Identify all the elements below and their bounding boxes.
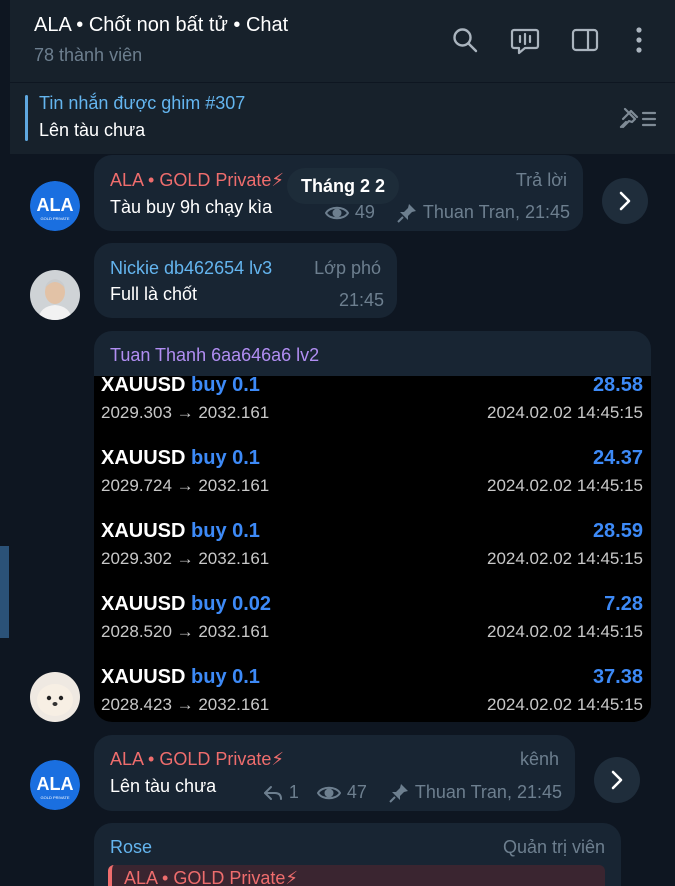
lightning-emoji: ⚡ bbox=[271, 170, 285, 190]
trade-profit: 28.58 bbox=[592, 376, 643, 396]
reply-quote[interactable]: ALA • GOLD Private⚡ bbox=[108, 865, 605, 886]
avatar-tuan-thanh[interactable] bbox=[30, 672, 80, 722]
trades-screenshot[interactable]: XAUUSD buy 0.1 28.58 2029.303 → 2032.161… bbox=[94, 376, 651, 722]
trade-direction: buy 0.1 bbox=[191, 520, 260, 542]
pinned-list-icon[interactable] bbox=[617, 105, 659, 133]
pin-author-icon bbox=[389, 783, 409, 803]
trade-row: XAUUSD buy 0.1 28.59 2029.302 → 2032.161… bbox=[94, 512, 651, 585]
forward-button[interactable] bbox=[602, 178, 648, 224]
message-time: 21:45 bbox=[339, 290, 384, 311]
message-bubble[interactable]: Nickie db462654 lv3 Lớp phó Full là chốt… bbox=[94, 243, 397, 318]
author-time: Thuan Tran, 21:45 bbox=[414, 782, 562, 802]
chat-title[interactable]: ALA • Chốt non bất tử • Chat bbox=[34, 14, 288, 37]
trade-symbol: XAUUSD buy 0.1 bbox=[101, 447, 260, 470]
sender-name[interactable]: ALA • GOLD Private⚡ bbox=[110, 749, 284, 770]
trade-prices: 2029.302 → 2032.161 bbox=[101, 549, 270, 568]
pinned-message-bar[interactable]: Tin nhắn được ghim #307 Lên tàu chưa bbox=[10, 82, 675, 154]
message-meta: 49 Thuan Tran, 21:45 bbox=[324, 202, 570, 223]
member-role-tag: Lớp phó bbox=[314, 258, 381, 278]
trade-prices: 2029.303 → 2032.161 bbox=[101, 403, 270, 422]
lightning-emoji: ⚡ bbox=[285, 868, 299, 886]
search-icon[interactable] bbox=[450, 25, 480, 55]
admin-role-tag: Quản trị viên bbox=[502, 837, 605, 857]
lightning-emoji: ⚡ bbox=[271, 749, 285, 769]
channel-tag: kênh bbox=[519, 749, 559, 769]
pin-author-icon bbox=[397, 203, 417, 223]
trade-direction: buy 0.1 bbox=[191, 666, 260, 688]
trade-datetime: 2024.02.02 14:45:15 bbox=[487, 622, 643, 641]
reply-icon bbox=[263, 784, 283, 802]
trade-profit: 28.59 bbox=[592, 520, 643, 542]
time-text: 21:45 bbox=[338, 290, 384, 310]
sender-name[interactable]: Rose bbox=[110, 837, 152, 858]
reply-link[interactable]: Trả lời bbox=[516, 170, 567, 191]
member-count: 78 thành viên bbox=[34, 45, 143, 65]
ala-logo-text: ALA bbox=[37, 195, 74, 215]
sidebar-toggle-icon[interactable] bbox=[570, 25, 600, 55]
quote-sender: ALA • GOLD Private⚡ bbox=[124, 868, 298, 886]
trade-profit: 7.28 bbox=[604, 593, 643, 615]
message-text: Tàu buy 9h chạy kìa bbox=[110, 197, 273, 217]
message-meta: 1 47 Thuan Tran, 21:45 bbox=[263, 782, 562, 803]
ala-logo-subtext: GOLD PRIVATE bbox=[41, 216, 70, 221]
trade-symbol-text: XAUUSD bbox=[101, 376, 186, 396]
author-time: Thuan Tran, 21:45 bbox=[422, 202, 570, 222]
trade-symbol-text: XAUUSD bbox=[101, 593, 186, 615]
sender-name[interactable]: ALA • GOLD Private⚡ bbox=[110, 170, 284, 191]
forward-button[interactable] bbox=[594, 757, 640, 803]
views-count: 49 bbox=[354, 202, 375, 222]
trade-symbol-text: XAUUSD bbox=[101, 666, 186, 688]
trade-prices: 2029.724 → 2032.161 bbox=[101, 476, 270, 495]
trade-direction: buy 0.1 bbox=[191, 447, 260, 469]
sender-name-text: ALA • GOLD Private bbox=[110, 749, 272, 769]
message-bubble[interactable]: ALA • GOLD Private⚡ kênh Lên tàu chưa 1 … bbox=[94, 735, 575, 811]
trade-datetime: 2024.02.02 14:45:15 bbox=[487, 403, 643, 422]
trade-symbol-text: XAUUSD bbox=[101, 520, 186, 542]
chevron-right-icon bbox=[619, 191, 631, 211]
trade-symbol-text: XAUUSD bbox=[101, 447, 186, 469]
chevron-right-icon bbox=[611, 770, 623, 790]
sender-name-text: ALA • GOLD Private bbox=[110, 170, 272, 190]
trade-row: XAUUSD buy 0.02 7.28 2028.520 → 2032.161… bbox=[94, 585, 651, 658]
scroll-indicator bbox=[0, 546, 9, 638]
video-chat-icon[interactable] bbox=[510, 25, 540, 55]
replies-count: 1 bbox=[288, 782, 299, 802]
trade-row: XAUUSD buy 0.1 37.38 2028.423 → 2032.161… bbox=[94, 658, 651, 722]
trade-row: XAUUSD buy 0.1 28.58 2029.303 → 2032.161… bbox=[94, 376, 651, 439]
ala-logo-subtext: GOLD PRIVATE bbox=[41, 795, 70, 800]
avatar-ala-gold-private[interactable]: ALA GOLD PRIVATE bbox=[30, 760, 80, 810]
date-separator: Tháng 2 2 bbox=[287, 168, 400, 204]
avatar-ala-gold-private[interactable]: ALA GOLD PRIVATE bbox=[30, 181, 80, 231]
ala-logo-text: ALA bbox=[37, 774, 74, 794]
views-count: 47 bbox=[346, 782, 367, 802]
chat-header[interactable]: ALA • Chốt non bất tử • Chat 78 thành vi… bbox=[10, 0, 675, 82]
trade-symbol: XAUUSD buy 0.02 bbox=[101, 593, 271, 616]
trade-prices: 2028.423 → 2032.161 bbox=[101, 695, 270, 714]
trade-prices: 2028.520 → 2032.161 bbox=[101, 622, 270, 641]
trade-datetime: 2024.02.02 14:45:15 bbox=[487, 549, 643, 568]
pinned-text: Lên tàu chưa bbox=[39, 120, 146, 140]
trade-profit: 24.37 bbox=[592, 447, 643, 469]
avatar-nickie[interactable] bbox=[30, 270, 80, 320]
message-bubble[interactable]: Rose Quản trị viên ALA • GOLD Private⚡ bbox=[94, 823, 621, 886]
message-text: Full là chốt bbox=[110, 284, 198, 304]
trade-profit: 37.38 bbox=[592, 666, 643, 688]
trade-direction: buy 0.1 bbox=[191, 376, 260, 396]
trade-symbol: XAUUSD buy 0.1 bbox=[101, 666, 260, 689]
trade-direction: buy 0.02 bbox=[191, 593, 272, 615]
trade-symbol: XAUUSD buy 0.1 bbox=[101, 376, 260, 397]
quote-sender-text: ALA • GOLD Private bbox=[124, 868, 286, 886]
trade-symbol: XAUUSD buy 0.1 bbox=[101, 520, 260, 543]
trade-datetime: 2024.02.02 14:45:15 bbox=[487, 695, 643, 714]
more-menu-icon[interactable] bbox=[624, 25, 654, 55]
message-text: Lên tàu chưa bbox=[110, 776, 217, 796]
views-icon bbox=[316, 784, 341, 802]
views-icon bbox=[324, 204, 349, 222]
pinned-title: Tin nhắn được ghim #307 bbox=[39, 93, 246, 113]
trade-row: XAUUSD buy 0.1 24.37 2029.724 → 2032.161… bbox=[94, 439, 651, 512]
sender-name[interactable]: Tuan Thanh 6aa646a6 lv2 bbox=[110, 345, 319, 366]
pinned-indicator bbox=[25, 95, 28, 141]
sender-name[interactable]: Nickie db462654 lv3 bbox=[110, 258, 272, 279]
trade-datetime: 2024.02.02 14:45:15 bbox=[487, 476, 643, 495]
